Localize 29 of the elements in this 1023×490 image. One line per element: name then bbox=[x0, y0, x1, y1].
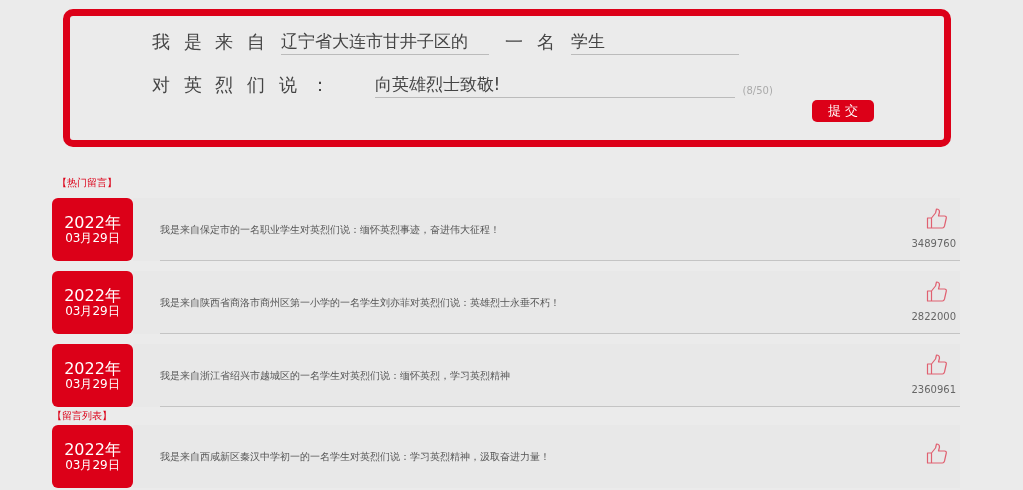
thumbs-up-icon[interactable] bbox=[926, 442, 948, 465]
date-day: 03月29日 bbox=[65, 458, 120, 473]
form-label: 对 英 烈 们 说 ： bbox=[152, 73, 329, 97]
date-day: 03月29日 bbox=[65, 377, 120, 392]
role-field[interactable]: 学生 bbox=[570, 28, 739, 55]
message-field[interactable]: 向英雄烈士致敬! bbox=[374, 71, 735, 98]
message-text: 我是来自西咸新区秦汉中学初一的一名学生对英烈们说：学习英烈精神，汲取奋进力量！ bbox=[160, 450, 551, 464]
message-text: 我是来自浙江省绍兴市越城区的一名学生对英烈们说：缅怀英烈，学习英烈精神 bbox=[160, 368, 511, 383]
date-year: 2022年 bbox=[64, 440, 121, 459]
form-label: 我 是 来 自 bbox=[152, 30, 266, 54]
section-title: 【热门留言】 bbox=[57, 176, 118, 190]
message-text: 我是来自陕西省商洛市商州区第一小学的一名学生刘亦菲对英烈们说：英雄烈士永垂不朽！ bbox=[160, 295, 561, 310]
date-day: 03月29日 bbox=[65, 231, 120, 246]
message-text: 我是来自保定市的一名职业学生对英烈们说：缅怀英烈事迹，奋进伟大征程！ bbox=[160, 222, 501, 237]
submit-button[interactable]: 提 交 bbox=[812, 100, 875, 122]
thumbs-up-icon[interactable] bbox=[926, 353, 948, 376]
section-title: 【留言列表】 bbox=[52, 409, 113, 423]
form-label: 一 名 bbox=[505, 30, 555, 54]
location-field[interactable]: 辽宁省大连市甘井子区的 bbox=[281, 28, 490, 55]
date-year: 2022年 bbox=[64, 286, 121, 305]
like-count: 2360961 bbox=[911, 382, 956, 397]
like-count: 3489760 bbox=[911, 236, 956, 251]
char-counter: (8/50) bbox=[742, 84, 773, 98]
thumbs-up-icon[interactable] bbox=[926, 207, 948, 230]
thumbs-up-icon[interactable] bbox=[926, 280, 948, 303]
date-year: 2022年 bbox=[64, 213, 121, 232]
date-day: 03月29日 bbox=[65, 304, 120, 319]
like-count: 2822000 bbox=[911, 309, 956, 324]
date-year: 2022年 bbox=[64, 359, 121, 378]
